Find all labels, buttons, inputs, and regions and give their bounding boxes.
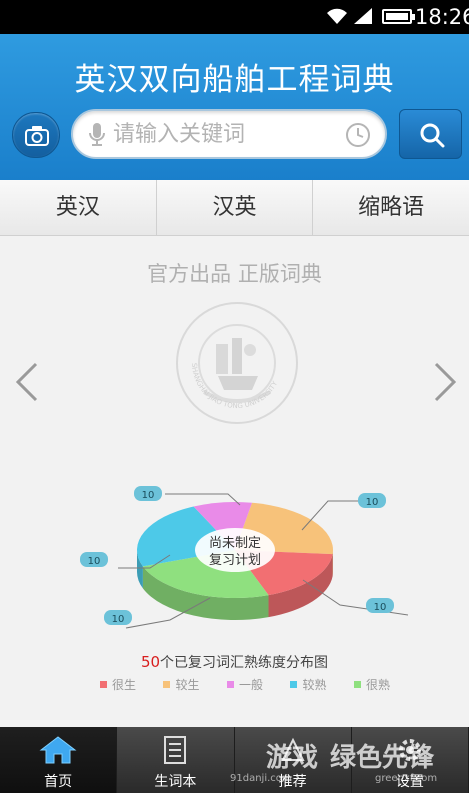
tab-abbreviations[interactable]: 缩略语 [313, 180, 469, 235]
legend-item: 较生 [163, 676, 200, 693]
tab-english-chinese[interactable]: 英汉 [0, 180, 157, 235]
search-button[interactable] [399, 109, 462, 159]
app-title: 英汉双向船舶工程词典 [74, 62, 395, 98]
legend-item: 较熟 [290, 676, 326, 693]
camera-button[interactable] [12, 112, 60, 158]
recommend-icon [281, 737, 305, 761]
app-header: 英汉双向船舶工程词典 [0, 34, 469, 180]
signal-icon [354, 8, 372, 24]
pie-center-label: 复习计划 [209, 553, 261, 568]
legend-label: 一般 [238, 678, 263, 692]
legend-label: 较生 [175, 678, 200, 692]
nav-home-label: 首页 [44, 774, 73, 790]
chart-legend: 很生 较生 一般 较熟 很熟 [100, 676, 390, 693]
legend-item: 一般 [226, 676, 263, 693]
tab-chinese-english[interactable]: 汉英 [157, 180, 314, 235]
legend-swatch [290, 681, 298, 688]
reviewed-count: 50 [140, 653, 161, 671]
pie-data-label: 10 [142, 490, 155, 501]
pie-center-label: 尚未制定 [209, 536, 261, 551]
camera-icon [25, 126, 49, 146]
next-arrow-icon[interactable] [432, 360, 460, 404]
legend-label: 较熟 [302, 678, 327, 692]
nav-notebook-label: 生词本 [154, 774, 197, 790]
wifi-icon [327, 8, 347, 24]
nav-recommend-label: 推荐 [278, 774, 307, 790]
search-icon [420, 123, 445, 148]
legend-swatch [100, 681, 107, 688]
legend-label: 很生 [112, 678, 137, 692]
home-icon [39, 736, 77, 764]
nav-settings[interactable]: 设置 [352, 727, 469, 793]
nav-settings-label: 设置 [395, 774, 424, 790]
pie-data-label: 10 [112, 614, 125, 625]
legend-item: 很熟 [353, 676, 390, 693]
chart-caption: 50个已复习词汇熟练度分布图 [0, 652, 469, 672]
chart-caption-text: 个已复习词汇熟练度分布图 [160, 655, 329, 671]
bottom-nav: 首页 生词本 推荐 设置 [0, 727, 469, 793]
status-bar: 18:26 [0, 0, 469, 34]
dictionary-tabs: 英汉 汉英 缩略语 [0, 180, 469, 236]
legend-item: 很生 [100, 676, 136, 693]
previous-arrow-icon[interactable] [12, 360, 40, 404]
nav-recommend[interactable]: 推荐 [235, 727, 352, 793]
legend-swatch [226, 681, 234, 688]
microphone-icon[interactable] [87, 122, 107, 148]
pie-data-label: 10 [374, 602, 387, 613]
history-clock-icon[interactable] [345, 122, 371, 148]
university-logo: SHANGHAI JIAO TONG UNIVERSITY [176, 302, 298, 424]
search-input[interactable] [113, 118, 338, 150]
legend-label: 很熟 [365, 678, 390, 692]
search-box[interactable] [71, 109, 387, 159]
pie-data-label: 10 [366, 497, 379, 508]
proficiency-pie-chart: 尚未制定复习计划 10 10 10 10 10 [80, 486, 409, 629]
legend-swatch [163, 681, 171, 688]
legend-swatch [353, 681, 361, 688]
nav-home[interactable]: 首页 [0, 727, 118, 793]
notebook-icon [164, 736, 187, 764]
gear-icon [398, 739, 421, 761]
pie-data-label: 10 [88, 556, 101, 567]
slogan: 官方出品 正版词典 [147, 262, 322, 286]
battery-icon [382, 9, 415, 24]
nav-notebook[interactable]: 生词本 [117, 727, 235, 793]
status-time: 18:26 [415, 5, 469, 29]
